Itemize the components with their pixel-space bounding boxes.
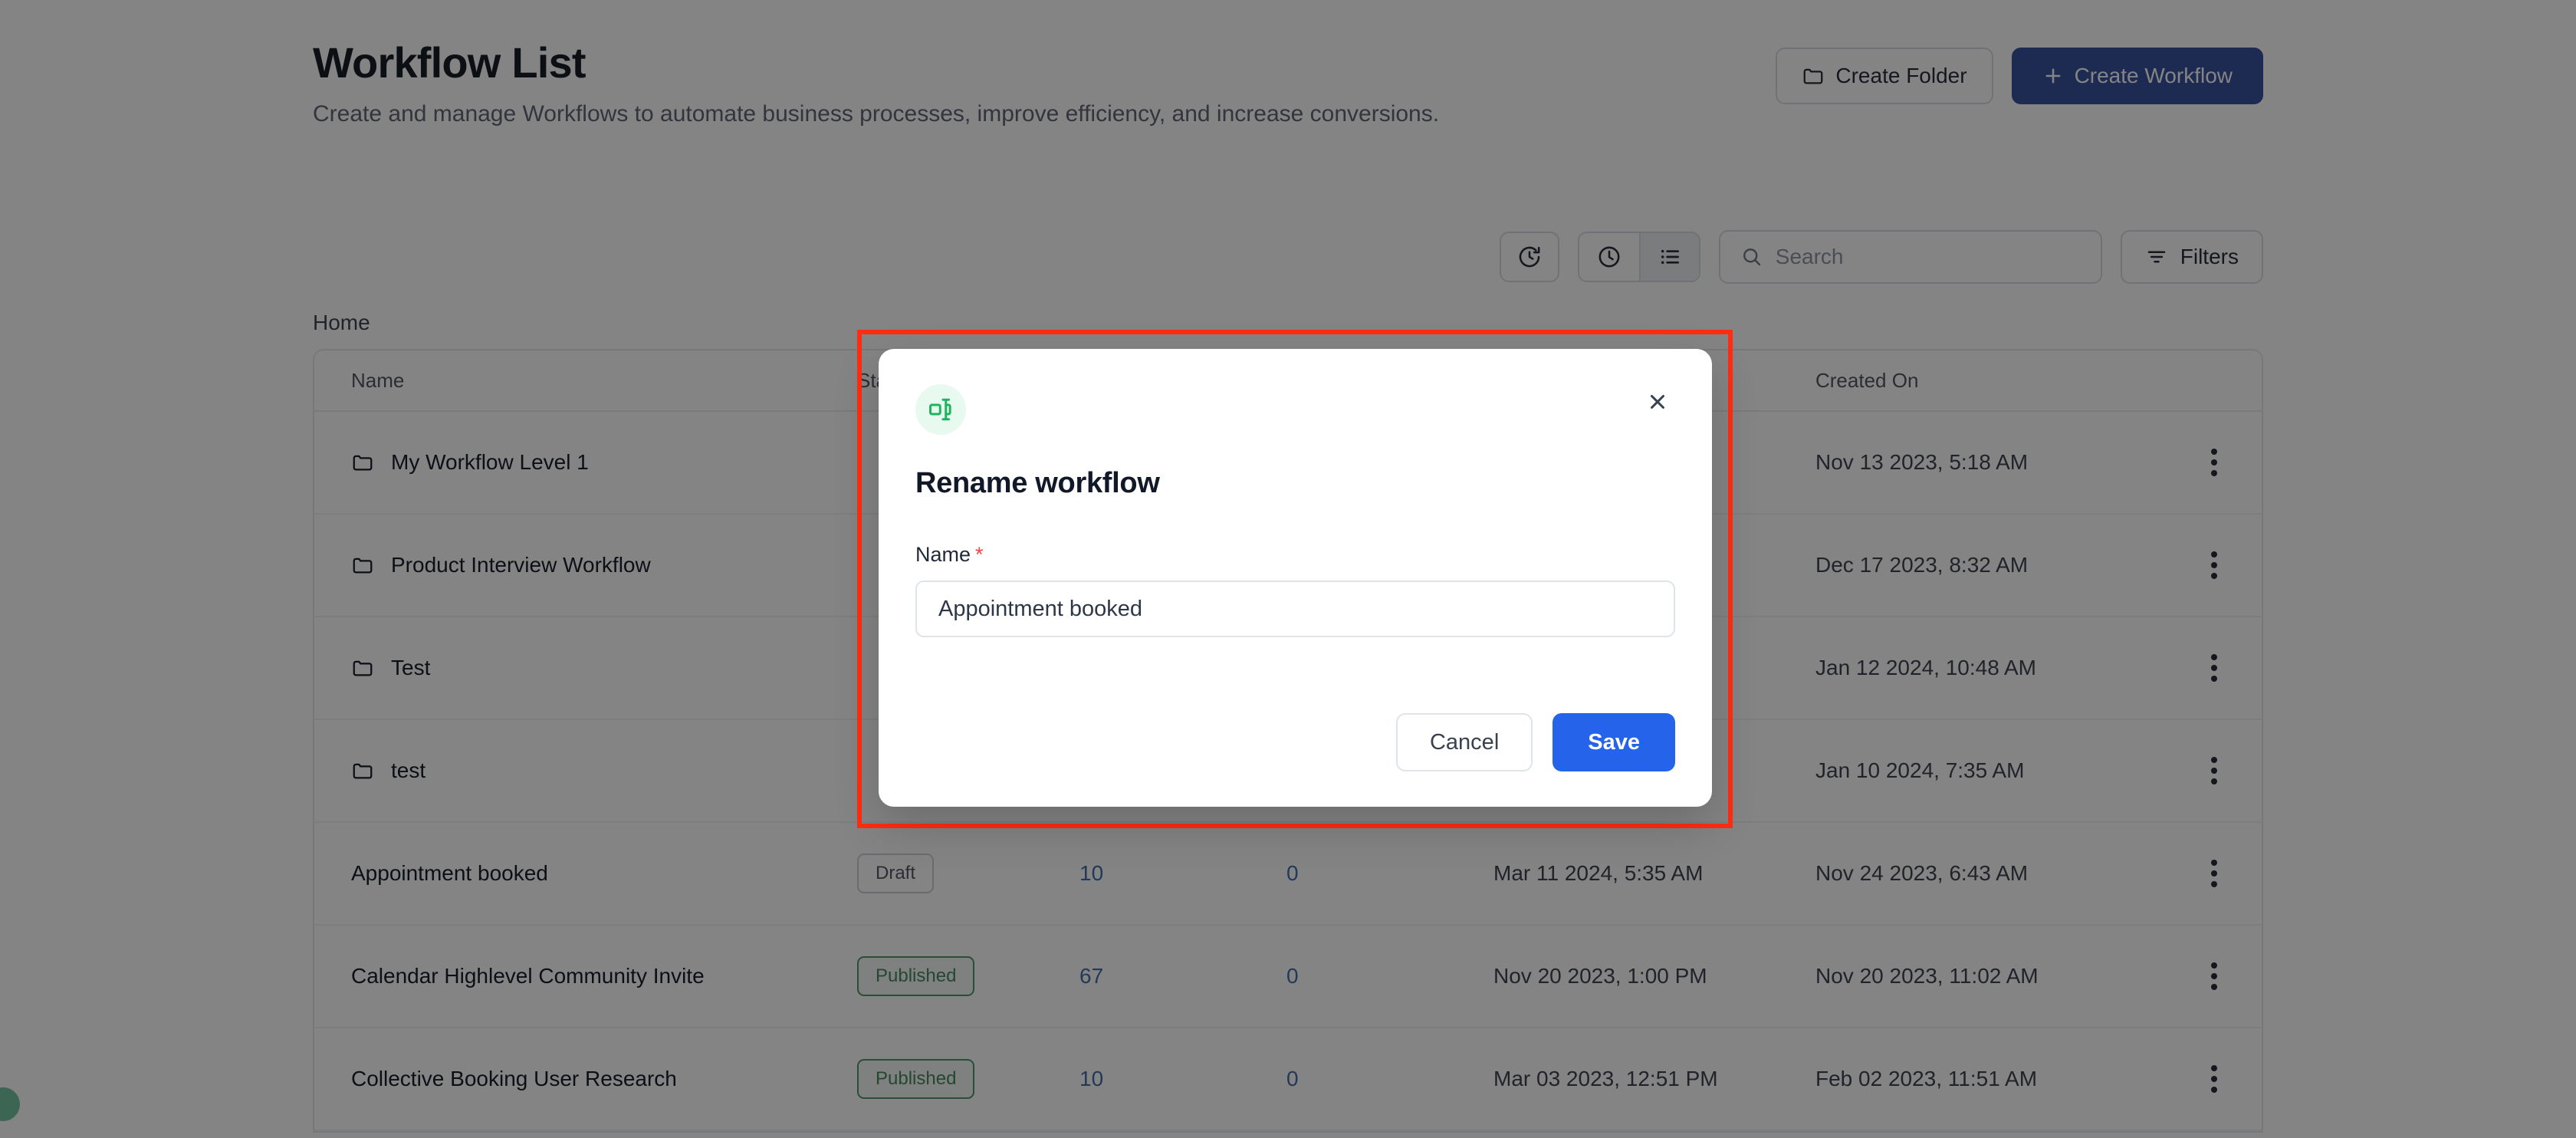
workflow-distribute-icon [927, 396, 955, 423]
close-icon [1646, 390, 1669, 413]
rename-workflow-dialog: Rename workflow Name* Cancel Save [879, 349, 1712, 807]
required-marker: * [975, 543, 984, 566]
save-button[interactable]: Save [1552, 713, 1675, 771]
dialog-footer: Cancel Save [1396, 713, 1675, 771]
close-button[interactable] [1640, 384, 1675, 419]
name-field-label: Name* [915, 543, 1675, 567]
name-input[interactable] [915, 581, 1675, 637]
name-label-text: Name [915, 543, 971, 566]
dialog-header [915, 384, 1675, 435]
cancel-button[interactable]: Cancel [1396, 713, 1533, 771]
dialog-title: Rename workflow [915, 467, 1675, 500]
dialog-icon-badge [915, 384, 966, 435]
